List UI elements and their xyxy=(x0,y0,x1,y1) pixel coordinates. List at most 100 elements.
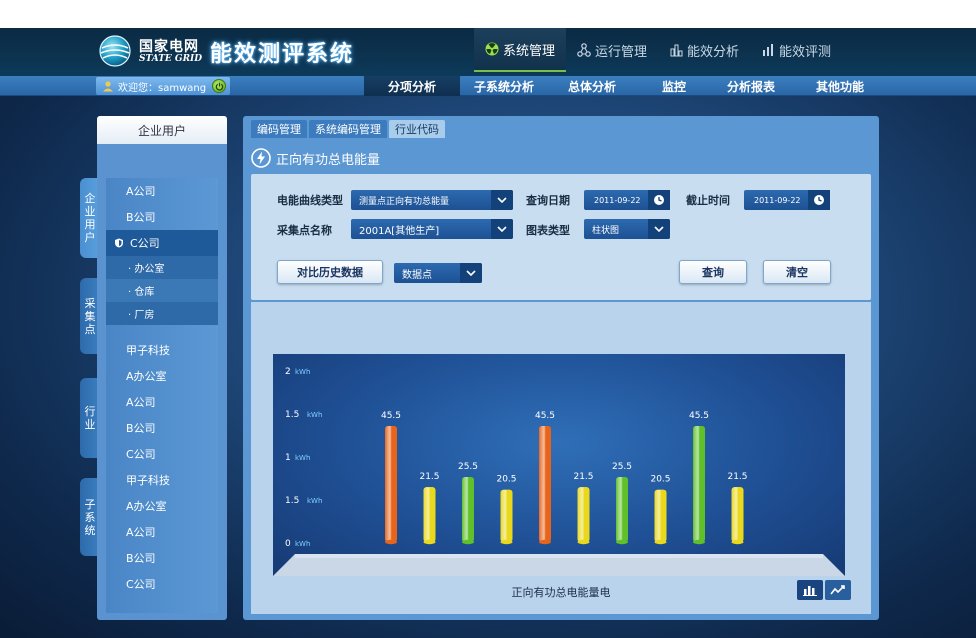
state-grid-logo-icon xyxy=(99,35,131,67)
bar-highlight xyxy=(500,489,513,542)
panel-title: 正向有功总电能量 xyxy=(251,148,380,168)
point-name-value: 2001A[其他生产] xyxy=(359,225,440,237)
logout-button[interactable] xyxy=(212,79,226,93)
list-sub-item[interactable]: · 仓库 xyxy=(106,279,218,302)
list-item[interactable]: C公司 xyxy=(106,571,218,597)
app-title: 能效测评系统 xyxy=(210,42,355,67)
clear-button[interactable]: 清空 xyxy=(763,260,831,284)
list-item[interactable]: C公司 xyxy=(106,441,218,467)
top-nav: 系统管理 运行管理 能效分析 能效评测 xyxy=(474,28,842,72)
bar-base xyxy=(577,539,590,545)
bar-chart-toggle[interactable] xyxy=(797,580,823,600)
end-time-value: 2011-09-22 xyxy=(754,195,801,205)
chart-type-select[interactable]: 柱状图 xyxy=(584,219,670,239)
query-form: 电能曲线类型 测量点正向有功总能量 查询日期 2011-09-22 截止时间 2… xyxy=(251,174,871,300)
list-item[interactable]: A办公室 xyxy=(106,493,218,519)
bar-value-label: 21.5 xyxy=(419,472,439,482)
list-item[interactable]: A公司 xyxy=(106,389,218,415)
chevron-down-icon xyxy=(491,219,513,239)
y-tick-label: 1.5 xyxy=(285,496,299,506)
point-name-select[interactable]: 2001A[其他生产] xyxy=(351,219,513,239)
side-tab-label: 企业用户 xyxy=(84,192,96,244)
bar-value-label: 45.5 xyxy=(535,411,555,421)
top-nav-operation-management[interactable]: 运行管理 xyxy=(566,28,658,72)
datapoint-select[interactable]: 数据点 xyxy=(394,263,482,283)
list-item[interactable]: A公司 xyxy=(106,178,218,204)
bar-highlight xyxy=(616,476,628,542)
list-item[interactable]: B公司 xyxy=(106,415,218,441)
bar-value-label: 20.5 xyxy=(650,475,670,485)
y-tick-unit: kWh xyxy=(295,540,310,548)
list-item[interactable]: B公司 xyxy=(106,204,218,230)
top-nav-label: 系统管理 xyxy=(502,43,555,59)
list-item[interactable]: B公司 xyxy=(106,545,218,571)
bar-value-label: 21.5 xyxy=(727,472,747,482)
datapoint-value: 数据点 xyxy=(402,269,432,281)
query-date-input[interactable]: 2011-09-22 xyxy=(584,190,670,210)
chevron-down-icon xyxy=(648,219,670,239)
curve-type-label: 电能曲线类型 xyxy=(277,194,343,207)
bar-chart-svg: 0 kWh 1.5 kWh 1 kWh 1.5 kWh 2 kWh 45.5 21.5 25.5 20.5… xyxy=(273,367,845,576)
bar-highlight xyxy=(693,426,705,542)
sidebar-title: 企业用户 xyxy=(97,116,227,144)
list-sub-item[interactable]: · 厂房 xyxy=(106,302,218,325)
tab-system-code-management[interactable]: 系统编码管理 xyxy=(309,120,387,138)
list-item[interactable]: 甲子科技 xyxy=(106,467,218,493)
y-tick-unit: kWh xyxy=(295,368,310,376)
welcome-text: 欢迎您：samwang xyxy=(118,82,207,94)
sub-nav-item-sub-analysis[interactable]: 分项分析 xyxy=(364,76,460,96)
tab-industry-code[interactable]: 行业代码 xyxy=(389,120,445,138)
line-chart-toggle[interactable] xyxy=(825,580,851,600)
bar-base xyxy=(462,539,474,545)
sub-nav-item-subsystem-analysis[interactable]: 子系统分析 xyxy=(460,76,548,96)
brand-name-cn: 国家电网 xyxy=(139,39,199,55)
compare-history-button[interactable]: 对比历史数据 xyxy=(277,260,383,284)
sub-nav-item-monitor[interactable]: 监控 xyxy=(636,76,712,96)
bar-highlight xyxy=(423,487,436,542)
bar-highlight xyxy=(654,489,667,542)
query-date-value: 2011-09-22 xyxy=(594,195,641,205)
chart-type-label: 图表类型 xyxy=(526,224,570,237)
bar-highlight xyxy=(577,487,590,542)
clock-icon[interactable] xyxy=(648,190,670,210)
list-item[interactable]: A公司 xyxy=(106,519,218,545)
bar-base xyxy=(539,539,551,545)
sub-nav-item-reports[interactable]: 分析报表 xyxy=(712,76,790,96)
clock-icon[interactable] xyxy=(808,190,830,210)
user-box: 欢迎您：samwang xyxy=(96,77,230,95)
app-window: 国家电网 STATE GRID 能效测评系统 系统管理 运行管理 能效分析 能效… xyxy=(0,28,976,638)
header: 国家电网 STATE GRID 能效测评系统 系统管理 运行管理 能效分析 能效… xyxy=(0,28,976,76)
bar-highlight xyxy=(462,476,474,542)
y-tick-unit: kWh xyxy=(295,454,310,462)
list-item[interactable]: 甲子科技 xyxy=(106,337,218,363)
main-panel: 编码管理 系统编码管理 行业代码 正向有功总电能量 电能曲线类型 测量点正向有功… xyxy=(243,116,879,620)
end-time-input[interactable]: 2011-09-22 xyxy=(744,190,830,210)
list-item-active[interactable]: C公司 xyxy=(106,230,218,256)
building-chart-icon xyxy=(670,44,683,57)
tab-code-management[interactable]: 编码管理 xyxy=(251,120,307,138)
chart-tools xyxy=(797,580,851,600)
bar-base xyxy=(385,539,397,545)
sub-nav-item-overall-analysis[interactable]: 总体分析 xyxy=(548,76,636,96)
top-nav-system-management[interactable]: 系统管理 xyxy=(474,28,566,72)
query-date-label: 查询日期 xyxy=(526,194,570,207)
chart-area: 0 kWh 1.5 kWh 1 kWh 1.5 kWh 2 kWh 45.5 21.5 25.5 20.5… xyxy=(251,302,871,614)
bar-value-label: 25.5 xyxy=(458,462,478,472)
user-icon xyxy=(103,81,113,92)
bar-chart: 0 kWh 1.5 kWh 1 kWh 1.5 kWh 2 kWh 45.5 21.5 25.5 20.5… xyxy=(273,354,845,576)
y-tick-label: 1 xyxy=(285,453,291,463)
bar-highlight xyxy=(539,426,551,542)
curve-type-select[interactable]: 测量点正向有功总能量 xyxy=(351,190,513,210)
sub-nav-item-other[interactable]: 其他功能 xyxy=(790,76,890,96)
bar-base xyxy=(616,539,628,545)
sidebar: 企业用户 A公司 B公司 C公司 · 办公室 · 仓库 · 厂房 甲子科技 A办… xyxy=(97,116,227,620)
list-item[interactable]: A办公室 xyxy=(106,363,218,389)
query-button[interactable]: 查询 xyxy=(679,260,747,284)
bar-base xyxy=(731,539,744,545)
bar-value-label: 21.5 xyxy=(573,472,593,482)
top-nav-efficiency-evaluation[interactable]: 能效评测 xyxy=(750,28,842,72)
list-sub-item[interactable]: · 办公室 xyxy=(106,256,218,279)
top-nav-efficiency-analysis[interactable]: 能效分析 xyxy=(658,28,750,72)
bar-base xyxy=(423,539,436,545)
top-nav-label: 运行管理 xyxy=(594,44,647,60)
